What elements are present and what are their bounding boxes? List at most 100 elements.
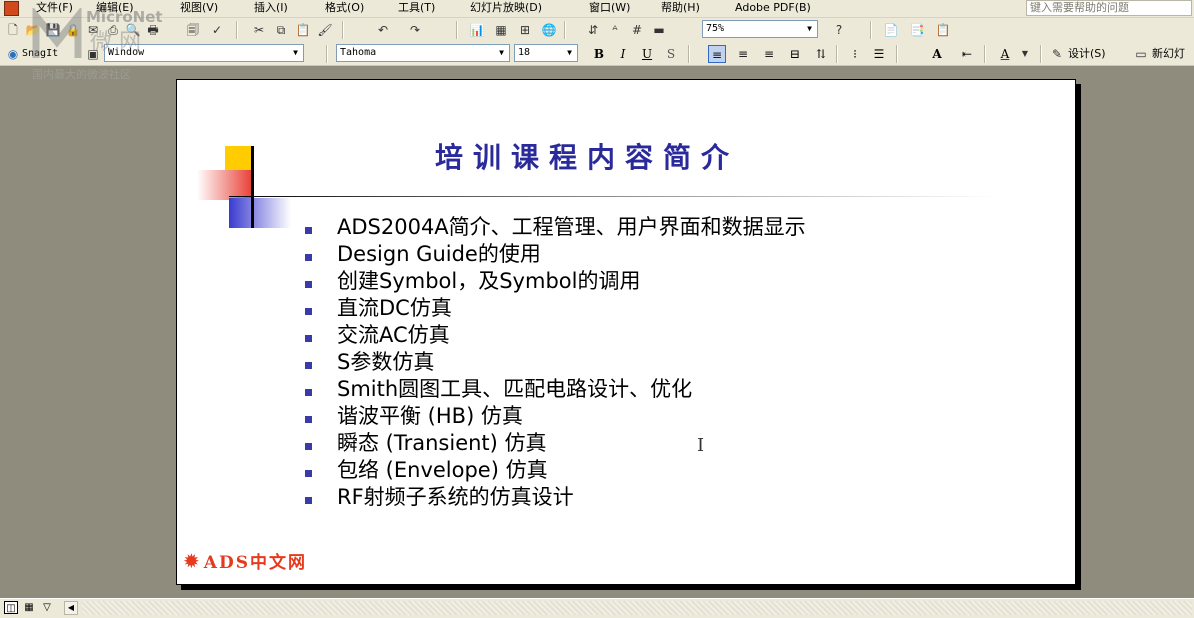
distribute-icon[interactable]: ⊟ xyxy=(786,45,804,63)
italic-button[interactable]: I xyxy=(614,45,632,63)
zoom-select[interactable]: 75% ▼ xyxy=(702,20,818,38)
bold-button[interactable]: B xyxy=(590,45,608,63)
bullet-item[interactable]: Design Guide的使用 xyxy=(305,241,806,268)
font-size-select[interactable]: 18 ▼ xyxy=(514,44,578,62)
decor-horizontal-line xyxy=(229,196,999,197)
menu-edit[interactable]: 编辑(E) xyxy=(96,1,134,15)
toolbar-separator xyxy=(896,45,898,63)
menu-file[interactable]: 文件(F) xyxy=(36,1,73,15)
design-button[interactable]: 设计(S) xyxy=(1068,45,1106,63)
bullet-item[interactable]: RF射频子系统的仿真设计 xyxy=(305,484,806,511)
grid-icon[interactable]: # xyxy=(628,21,646,39)
redo-icon[interactable]: ↷ xyxy=(406,21,424,39)
email-icon[interactable]: ✉ xyxy=(84,21,102,39)
align-right-icon[interactable]: ≡ xyxy=(760,45,778,63)
expand-all-icon[interactable]: ⇵ xyxy=(584,21,602,39)
chevron-down-icon[interactable]: ▼ xyxy=(289,46,302,60)
slide-title[interactable]: 培训课程内容简介 xyxy=(435,136,739,176)
toolbar-separator xyxy=(326,45,328,63)
undo-icon[interactable]: ↶ xyxy=(374,21,392,39)
paste-icon[interactable]: 📋 xyxy=(294,21,312,39)
menu-view[interactable]: 视图(V) xyxy=(180,1,218,15)
scroll-left-button[interactable]: ◀ xyxy=(64,601,78,615)
horizontal-scrollbar[interactable] xyxy=(82,601,1192,615)
bullet-item[interactable]: 交流AC仿真 xyxy=(305,322,806,349)
save-icon[interactable]: 💾 xyxy=(44,21,62,39)
menu-slideshow[interactable]: 幻灯片放映(D) xyxy=(470,1,542,15)
slide-canvas[interactable]: 培训课程内容简介 ADS2004A简介、工程管理、用户界面和数据显示 Desig… xyxy=(176,79,1076,585)
menu-help[interactable]: 帮助(H) xyxy=(661,1,700,15)
app-icon[interactable] xyxy=(4,1,19,16)
slide-sorter-icon[interactable]: ▦ xyxy=(22,601,36,614)
snagit-label[interactable]: SnagIt xyxy=(22,45,58,63)
new-icon[interactable]: 🗋 xyxy=(4,21,22,39)
hyperlink-icon[interactable]: 🌐 xyxy=(540,21,558,39)
bullet-item[interactable]: Smith圆图工具、匹配电路设计、优化 xyxy=(305,376,806,403)
help-icon[interactable]: ? xyxy=(830,21,848,39)
align-center-icon[interactable]: ≡ xyxy=(734,45,752,63)
open-icon[interactable]: 📂 xyxy=(24,21,42,39)
bullet-item[interactable]: ADS2004A简介、工程管理、用户界面和数据显示 xyxy=(305,214,806,241)
view-bar: ◫ ▦ ▽ ◀ xyxy=(0,598,1194,618)
bullets-icon[interactable]: ☰ xyxy=(870,45,888,63)
tables-borders-icon[interactable]: ⊞ xyxy=(516,21,534,39)
pdf-icon[interactable]: 📄 xyxy=(882,21,900,39)
menu-insert[interactable]: 插入(I) xyxy=(254,1,288,15)
text-direction-icon[interactable]: ⇅ xyxy=(812,45,830,63)
chevron-down-icon[interactable]: ▼ xyxy=(803,22,816,36)
menu-format[interactable]: 格式(O) xyxy=(325,1,364,15)
underline-button[interactable]: U xyxy=(638,45,656,63)
spelling-icon[interactable]: ✓ xyxy=(208,21,226,39)
font-name-select[interactable]: Tahoma ▼ xyxy=(336,44,510,62)
normal-view-icon[interactable]: ◫ xyxy=(4,601,18,614)
bullet-item[interactable]: 直流DC仿真 xyxy=(305,295,806,322)
menu-window[interactable]: 窗口(W) xyxy=(589,1,630,15)
chevron-down-icon[interactable]: ▼ xyxy=(495,46,508,60)
new-slide-icon[interactable]: ▭ xyxy=(1132,45,1150,63)
font-color-icon[interactable]: A xyxy=(996,45,1014,63)
help-search-input[interactable]: 键入需要帮助的问题 xyxy=(1026,0,1192,16)
bullet-list[interactable]: ADS2004A简介、工程管理、用户界面和数据显示 Design Guide的使… xyxy=(305,214,806,511)
print-preview-icon[interactable]: 🔍 xyxy=(124,21,142,39)
chevron-down-icon[interactable]: ▼ xyxy=(563,46,576,60)
design-icon[interactable]: ✎ xyxy=(1048,45,1066,63)
format-painter-icon[interactable]: 🖌 xyxy=(316,21,334,39)
copy-icon[interactable]: ⧉ xyxy=(272,21,290,39)
menu-adobe-pdf[interactable]: Adobe PDF(B) xyxy=(735,1,811,15)
print-icon[interactable]: ⎙ xyxy=(104,21,122,39)
increase-font-icon[interactable]: A xyxy=(928,45,946,63)
toolbar-separator xyxy=(836,45,838,63)
toolbar-separator xyxy=(1040,45,1042,63)
bullet-item[interactable]: 创建Symbol，及Symbol的调用 xyxy=(305,268,806,295)
zoom-value: 75% xyxy=(706,23,725,34)
show-formatting-icon[interactable]: ᴬ xyxy=(606,21,624,39)
new-slide-button[interactable]: 新幻灯 xyxy=(1152,45,1185,63)
pdf-review-icon[interactable]: 📋 xyxy=(934,21,952,39)
toolbar-separator xyxy=(456,21,458,39)
align-left-icon[interactable]: ≡ xyxy=(708,45,726,63)
numbering-icon[interactable]: ⁝ xyxy=(846,45,864,63)
permission-icon[interactable]: 🔒 xyxy=(64,21,82,39)
decrease-indent-icon[interactable]: ⇤ xyxy=(958,45,976,63)
slideshow-icon[interactable]: ▽ xyxy=(40,601,54,614)
shadow-button[interactable]: S xyxy=(662,45,680,63)
insert-chart-icon[interactable]: 📊 xyxy=(468,21,486,39)
color-grayscale-icon[interactable]: ▬ xyxy=(650,21,668,39)
print-icon[interactable]: 🖶 xyxy=(144,21,162,39)
bullet-item[interactable]: 谐波平衡 (HB) 仿真 xyxy=(305,403,806,430)
window-capture-icon[interactable]: ▣ xyxy=(84,45,102,63)
text-cursor-icon: I xyxy=(697,435,705,456)
insert-table-icon[interactable]: ▦ xyxy=(492,21,510,39)
chevron-down-icon[interactable]: ▼ xyxy=(1016,45,1034,63)
toolbar-separator xyxy=(870,21,872,39)
cut-icon[interactable]: ✂ xyxy=(250,21,268,39)
pdf-email-icon[interactable]: 📑 xyxy=(908,21,926,39)
bullet-item[interactable]: 包络 (Envelope) 仿真 xyxy=(305,457,806,484)
bullet-item[interactable]: 瞬态 (Transient) 仿真 xyxy=(305,430,806,457)
print-preview-icon[interactable]: 🗐 xyxy=(184,21,202,39)
snagit-icon[interactable]: ◉ xyxy=(4,45,22,63)
formatting-toolbar: ◉ SnagIt ▣ Window ▼ Tahoma ▼ 18 ▼ B I U … xyxy=(0,42,1194,66)
capture-mode-select[interactable]: Window ▼ xyxy=(104,44,304,62)
bullet-item[interactable]: S参数仿真 xyxy=(305,349,806,376)
menu-tools[interactable]: 工具(T) xyxy=(398,1,435,15)
